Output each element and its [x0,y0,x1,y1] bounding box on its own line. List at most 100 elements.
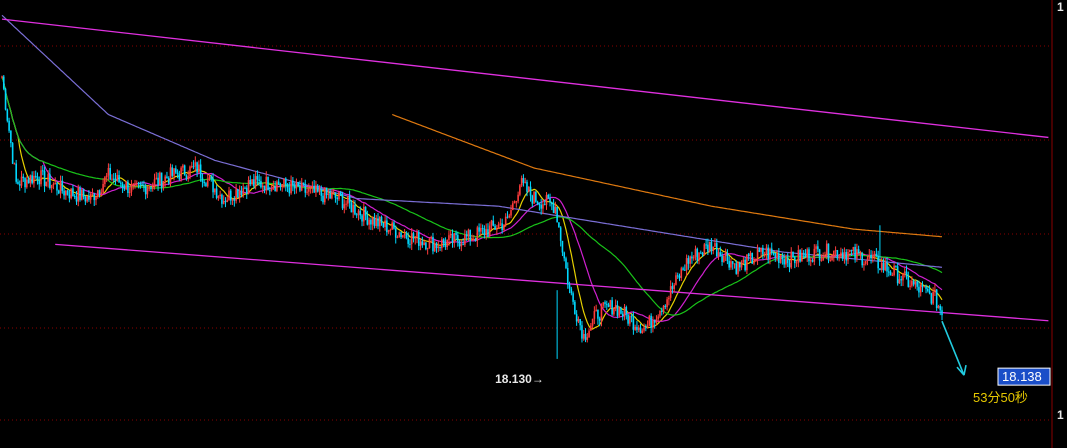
candle-body [526,181,528,192]
chart-canvas[interactable]: 18.130→ 18.138 53分50秒 1 1 [0,0,1067,448]
candle [492,215,495,227]
candle [226,196,229,203]
candle [245,185,248,199]
candle-body [123,187,126,190]
candle-body [61,180,64,191]
candle-body [355,214,358,216]
candle-body [660,310,663,312]
candle-body [756,249,759,260]
candle [891,272,894,277]
candle [219,190,221,200]
candle-body [245,187,248,194]
candle-body [334,192,337,198]
candle [102,178,104,194]
candle-body [478,227,480,232]
candle-body [574,301,576,315]
candle [118,170,120,183]
candle-body [912,280,915,285]
candle [391,220,393,230]
candle-body [684,269,686,271]
candle-body [504,216,507,225]
candle-body [212,178,214,193]
candle-body [474,238,477,241]
candle-body [793,257,796,263]
candle [6,108,9,123]
candle-body [373,217,376,226]
candle-body [11,143,14,164]
candle [389,228,392,236]
candle-body [93,193,96,201]
candle-body [898,279,901,284]
candle-body [648,315,651,326]
candle-body [112,178,115,180]
candle-body [682,268,684,270]
candle [497,221,500,229]
candle-body [180,167,182,180]
candle [714,238,716,248]
candle [441,237,443,252]
candle [941,306,943,321]
candle [813,244,816,266]
candle-body [763,253,766,255]
candle-body [182,165,184,168]
candle-body [222,200,225,204]
candle [494,223,496,230]
candle-body [545,194,548,205]
candle-body [781,257,784,260]
candle-body [827,243,830,261]
candle-body [707,244,709,252]
candle-body [217,196,220,198]
candle [180,166,182,182]
candle [185,174,188,181]
ma-line-magenta [1,76,943,323]
candle [151,182,154,192]
candle-body [538,204,541,206]
candle-body [726,252,729,262]
candle-body [368,219,370,225]
candle-body [114,178,117,181]
candle [843,247,846,264]
candle-body [313,185,315,193]
candle [380,215,383,226]
candle [460,239,463,252]
candle-body [26,179,28,188]
candle-body [446,239,448,247]
candle-body [343,204,346,209]
candle [634,324,636,331]
candle-body [256,176,259,180]
candle-body [496,228,498,230]
candle-body [15,163,17,182]
candle [228,186,230,201]
candle [717,248,720,260]
candlestick-chart[interactable]: 18.130→ 18.138 53分50秒 1 1 [0,0,1067,448]
candle-body [859,253,862,255]
candle [364,206,367,221]
candle-body [270,188,273,191]
candle [531,194,534,208]
candle [68,189,71,203]
candle-body [63,190,65,196]
candle-body [73,195,76,197]
candle-body [646,325,649,328]
annotation-layer: 18.130→ 18.138 53分50秒 1 1 [495,0,1064,422]
candle-body [503,224,505,231]
candle-body [394,228,397,238]
candle [277,178,280,185]
candle-body [96,190,99,197]
candle [629,313,631,327]
candle-body [72,188,74,196]
candle [10,130,12,148]
candle [205,181,207,187]
candle-body [375,218,378,226]
candle [898,273,901,284]
candle [607,302,610,308]
candle [833,250,835,262]
channel-line-0 [1,18,1049,139]
candle-body [380,216,383,223]
candle [214,188,216,195]
candle [689,255,691,268]
candle-body [841,252,844,259]
candle [469,229,472,246]
candle-body [572,293,574,302]
candle [63,187,65,200]
